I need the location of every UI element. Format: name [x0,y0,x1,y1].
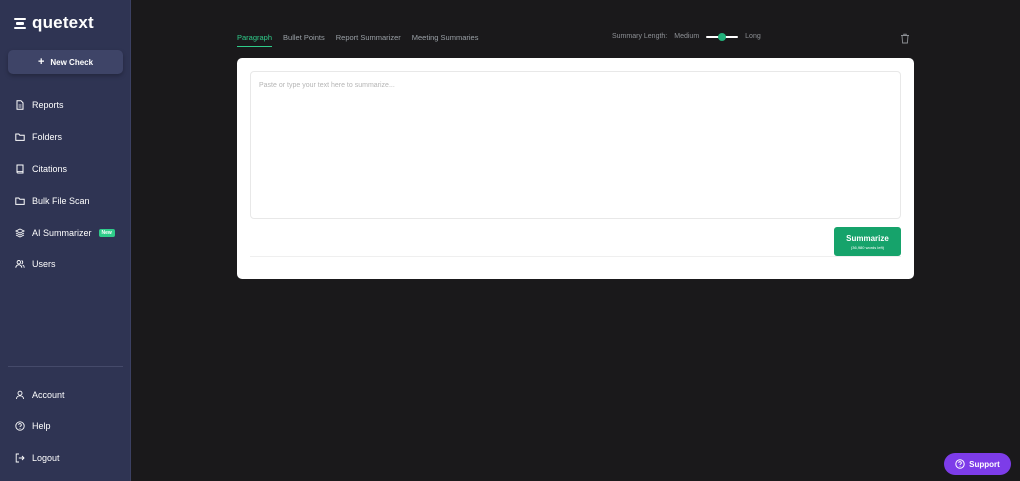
summary-length-long: Long [745,33,761,40]
words-left: (36,980 words left) [850,244,885,250]
summary-length-medium: Medium [674,33,700,40]
summarizer-tabs: Paragraph Bullet Points Report Summarize… [237,33,478,47]
support-button[interactable]: Support [944,453,1011,475]
logout-icon [15,453,25,463]
summary-length: Summary Length: Medium Long [612,32,761,41]
slider-thumb[interactable] [718,32,727,41]
layers-icon [15,228,25,238]
summarizer-card: Paste or type your text here to summariz… [237,58,914,279]
sidebar-item-ai-summarizer[interactable]: AI Summarizer New [15,228,115,238]
user-icon [16,390,24,400]
tab-bullet-points[interactable]: Bullet Points [283,33,325,47]
sidebar-item-users[interactable]: Users [15,259,56,269]
help-icon [15,421,25,431]
logo-text: quetext [32,13,94,32]
sidebar-item-reports[interactable]: Reports [15,100,64,110]
users-icon [15,260,25,268]
sidebar-item-label: Citations [32,164,68,174]
sidebar-item-label: AI Summarizer [32,228,92,238]
trash-icon[interactable] [900,33,910,44]
folder-icon [15,133,25,141]
new-check-button[interactable]: + New Check [8,50,123,74]
sidebar-item-help[interactable]: Help [15,421,51,431]
sidebar-item-bulk-file-scan[interactable]: Bulk File Scan [15,196,90,206]
sidebar-item-label: Help [32,421,51,431]
tab-report-summarizer[interactable]: Report Summarizer [336,33,401,47]
support-label: Support [969,459,1000,469]
summarize-label: Summarize [846,233,889,243]
folder-icon [15,197,25,205]
new-check-label: New Check [50,57,94,67]
tab-paragraph[interactable]: Paragraph [237,33,273,47]
sidebar-divider [8,366,123,367]
plus-icon: + [37,55,45,68]
summary-length-slider[interactable] [706,32,739,41]
sidebar-item-label: Reports [32,100,64,110]
book-icon [16,164,24,174]
new-badge: New [98,229,115,237]
text-input[interactable]: Paste or type your text here to summariz… [250,71,901,219]
sidebar-item-label: Account [32,390,65,400]
logo-icon [14,17,27,30]
tab-meeting-summaries[interactable]: Meeting Summaries [412,33,479,47]
summary-length-label: Summary Length: [612,33,668,40]
sidebar-item-citations[interactable]: Citations [15,164,67,174]
sidebar-item-label: Users [32,259,56,269]
logo[interactable]: quetext [14,13,94,33]
sidebar-item-label: Folders [32,132,63,142]
summarize-button[interactable]: Summarize (36,980 words left) [834,227,901,256]
sidebar-item-label: Logout [32,453,60,463]
file-icon [16,100,24,110]
card-divider [250,256,901,257]
sidebar-item-label: Bulk File Scan [32,196,90,206]
sidebar: quetext + New Check Reports Folders Cita… [0,0,131,481]
sidebar-item-account[interactable]: Account [15,390,65,400]
help-icon [955,459,965,469]
sidebar-item-folders[interactable]: Folders [15,132,62,142]
sidebar-item-logout[interactable]: Logout [15,453,60,463]
